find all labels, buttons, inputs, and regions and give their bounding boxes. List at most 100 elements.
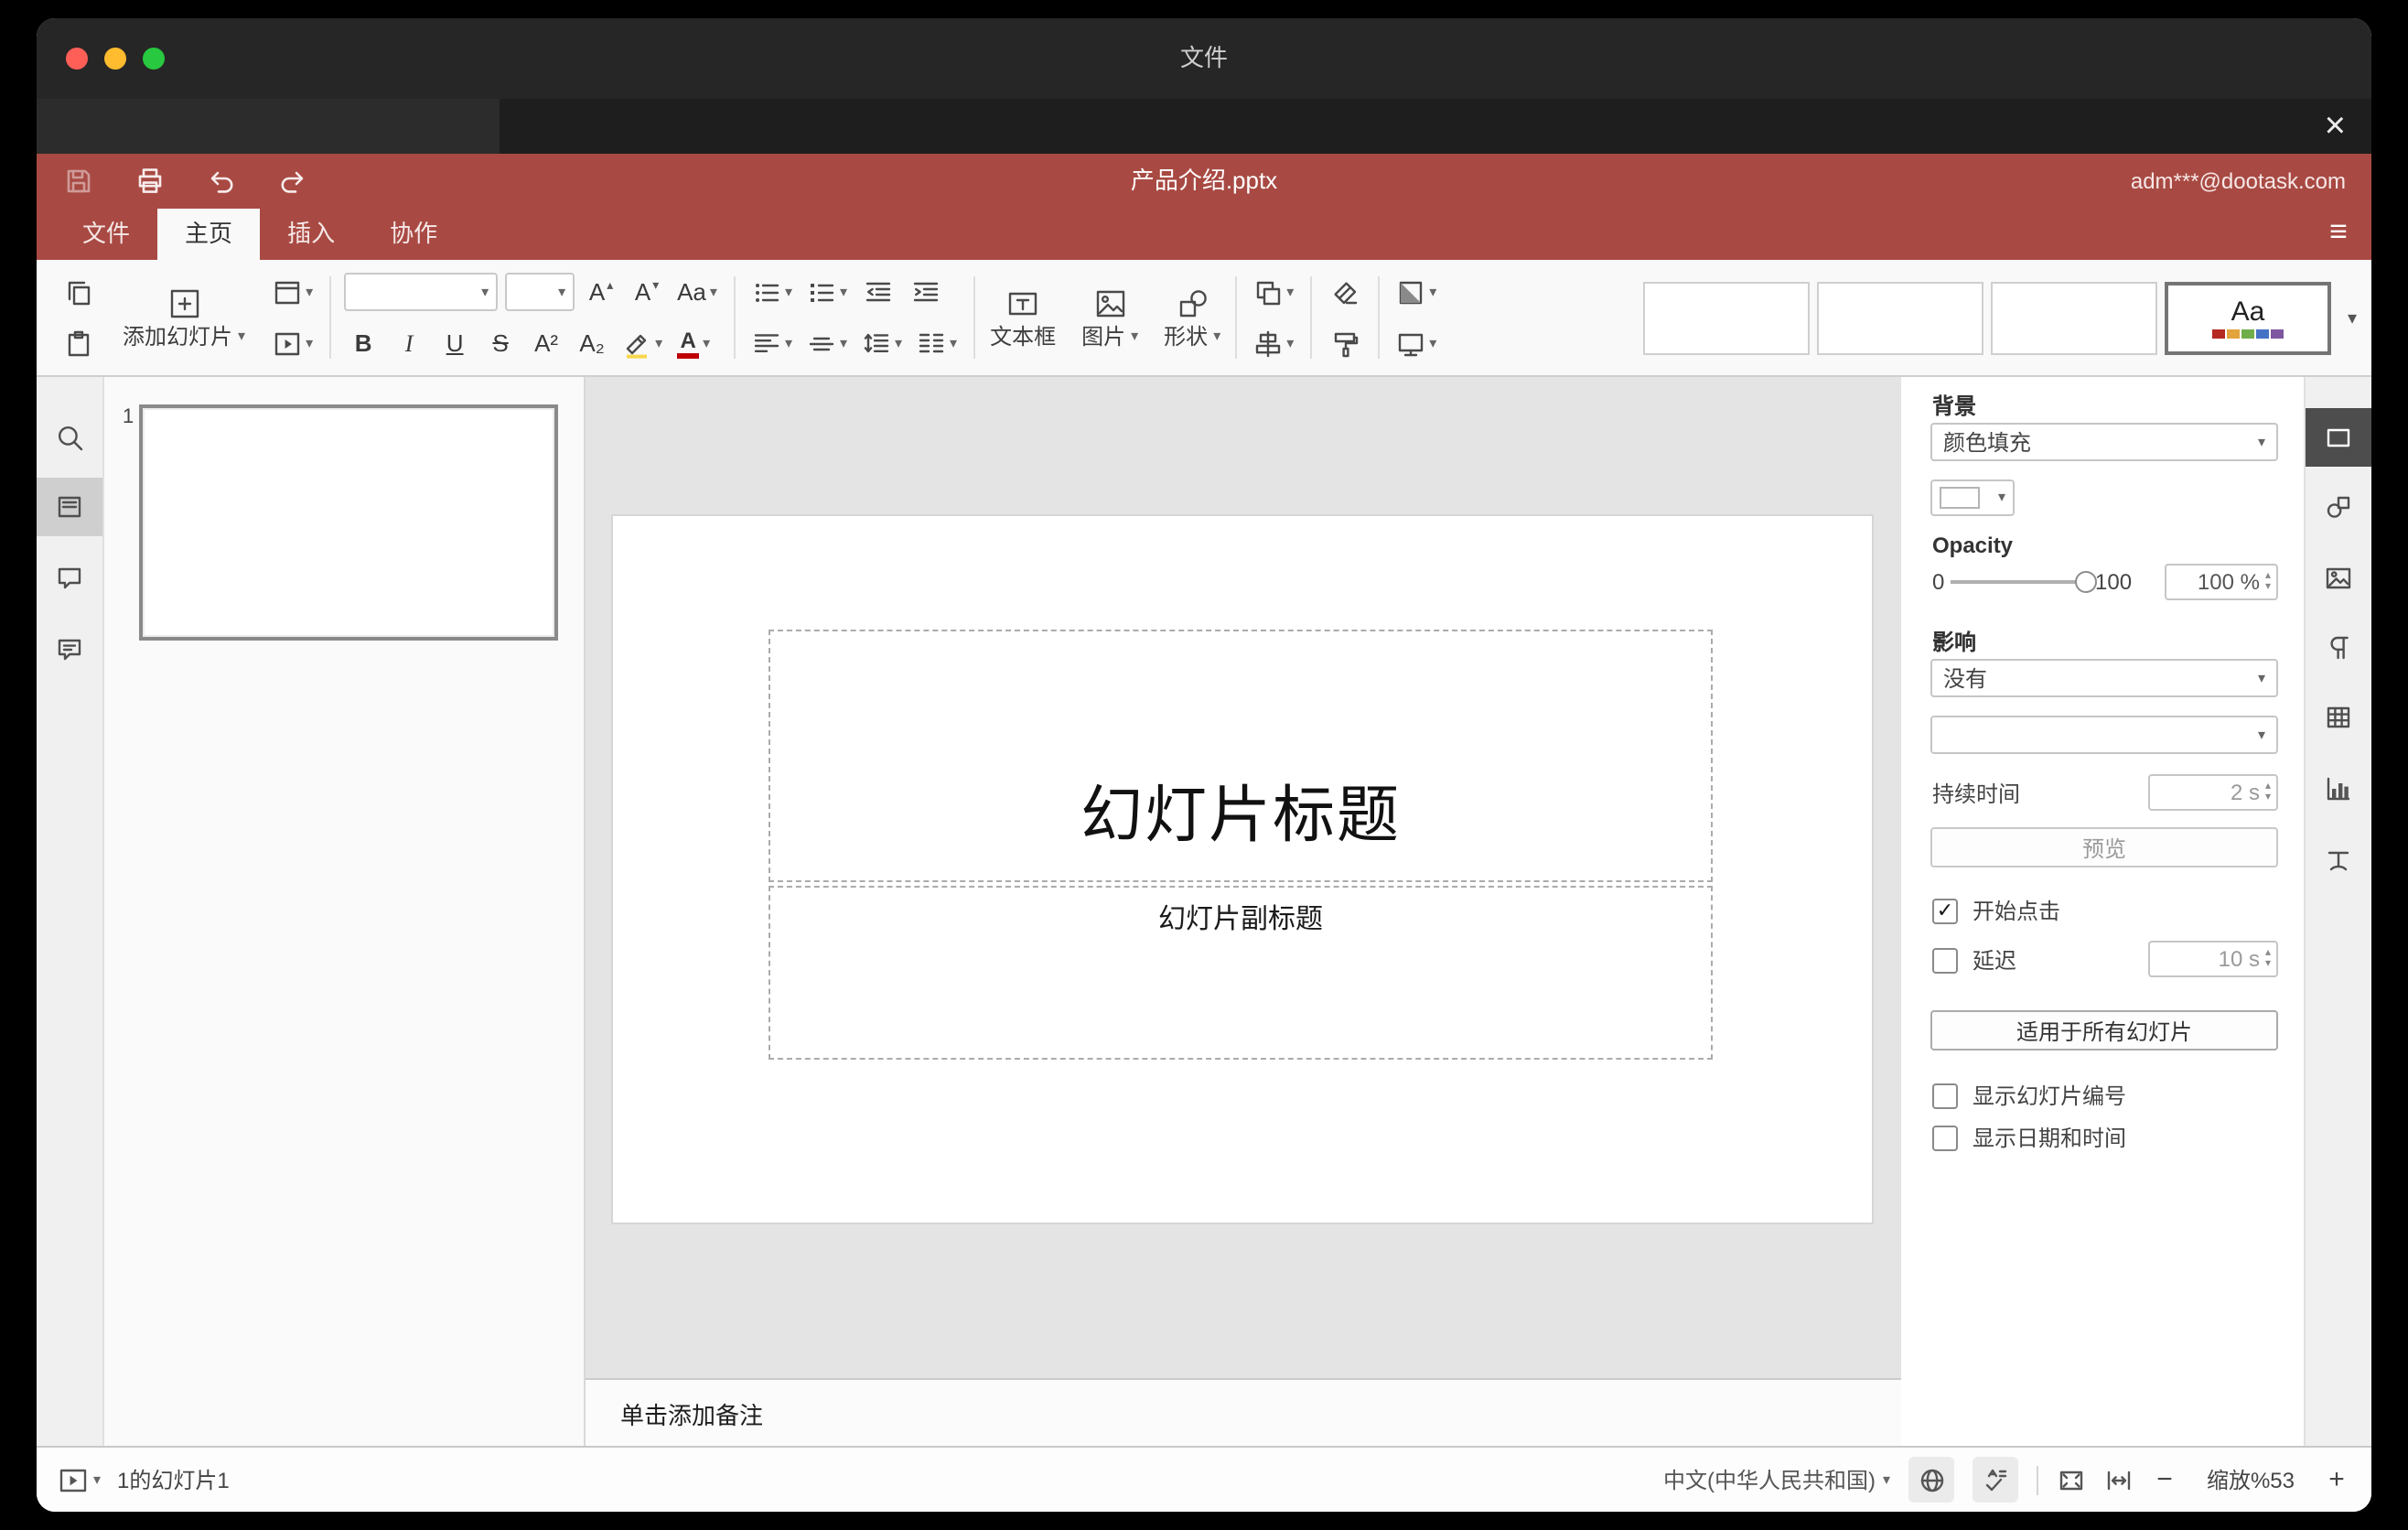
slide-size-button[interactable]: ▾ [1392,323,1440,363]
slide-subtitle-placeholder[interactable]: 幻灯片副标题 [769,886,1713,1060]
chart-settings-button[interactable] [2306,760,2371,818]
spellcheck-button[interactable] [1973,1457,2018,1503]
clipboard-group [48,271,110,364]
tab-insert[interactable]: 插入 [260,209,362,260]
columns-button[interactable]: ▾ [913,323,961,363]
color-scheme-button[interactable]: ▾ [1392,272,1440,312]
effect-type-select[interactable]: ▾ [1930,716,2278,754]
paragraph-settings-button[interactable] [2306,619,2371,677]
opacity-slider-knob[interactable] [2075,571,2097,593]
arrange-shapes-button[interactable]: ▾ [1250,272,1297,312]
superscript-button[interactable]: A² [527,323,565,363]
delay-input[interactable]: 10 s ▴ ▾ [2148,941,2278,977]
apply-to-all-button[interactable]: 适用于所有幻灯片 [1930,1010,2278,1051]
subscript-button[interactable]: A₂ [573,323,611,363]
chevron-down-icon: ▾ [2257,726,2265,742]
paste-icon[interactable] [59,323,99,363]
bullets-button[interactable]: ▾ [748,272,796,312]
chevron-down-icon: ▾ [1286,283,1295,299]
image-settings-button[interactable] [2306,549,2371,608]
comments-button[interactable] [37,549,102,608]
insert-shape-button[interactable]: 形状 ▾ [1151,287,1233,348]
duration-input[interactable]: 2 s ▴ ▾ [2148,774,2278,811]
font-size-select[interactable]: ▾ [505,273,575,311]
decrease-font-button[interactable]: A ▾ [628,272,666,312]
insert-textbox-button[interactable]: 文本框 [977,287,1069,348]
slide-title-placeholder[interactable]: 幻灯片标题 [769,630,1713,882]
theme-preview-3[interactable] [1990,282,2157,355]
slides-panel-button[interactable] [37,478,102,536]
language-selector[interactable]: 中文(中华人民共和国) ▾ [1663,1464,1890,1495]
copy-style-button[interactable] [1325,323,1365,363]
maximize-traffic-light[interactable] [143,48,165,70]
italic-button[interactable]: I [390,323,428,363]
search-button[interactable] [37,408,102,467]
start-on-click-checkbox[interactable]: ✓ [1932,899,1958,924]
bold-button[interactable]: B [344,323,382,363]
font-name-select[interactable]: ▾ [344,273,499,311]
slide-thumbnail[interactable] [139,404,558,641]
background-fill-select[interactable]: 颜色填充 ▾ [1930,423,2278,461]
zoom-in-button[interactable]: + [2324,1466,2349,1493]
theme-chip [2226,329,2240,339]
start-slideshow-statusbar-button[interactable]: ▾ [59,1465,101,1494]
underline-button[interactable]: U [435,323,474,363]
theme-preview-1[interactable] [1642,282,1810,355]
font-color-button[interactable]: A ▾ [673,323,714,363]
fit-to-slide-button[interactable] [2057,1465,2086,1494]
close-icon[interactable]: × [2325,99,2346,154]
table-settings-button[interactable] [2306,688,2371,747]
opacity-input[interactable]: 100 % ▴ ▾ [2165,564,2278,600]
decrease-indent-button[interactable] [858,272,898,312]
minimize-traffic-light[interactable] [104,48,126,70]
start-slideshow-button[interactable]: ▾ [269,323,317,363]
hamburger-menu-icon[interactable]: ≡ [2329,209,2348,260]
numbering-button[interactable]: ▾ [803,272,851,312]
document-language-button[interactable] [1908,1457,1954,1503]
increase-font-button[interactable]: A ▴ [582,272,620,312]
horizontal-align-button[interactable]: ▾ [748,323,796,363]
insert-image-button[interactable]: 图片 ▾ [1069,287,1151,348]
strikethrough-button[interactable]: S [481,323,520,363]
vertical-align-button[interactable]: ▾ [803,323,851,363]
slide[interactable]: 幻灯片标题 幻灯片副标题 [613,516,1872,1223]
line-spacing-button[interactable]: ▾ [858,323,906,363]
opacity-slider[interactable] [1951,571,2097,593]
change-layout-button[interactable]: ▾ [269,272,317,312]
tab-collaboration[interactable]: 协作 [362,209,465,260]
theme-preview-2[interactable] [1816,282,1983,355]
align-shapes-button[interactable]: ▾ [1250,323,1297,363]
text-art-settings-button[interactable] [2306,831,2371,889]
highlight-color-button[interactable]: ▾ [618,323,666,363]
slide-canvas[interactable]: 幻灯片标题 幻灯片副标题 [586,377,1901,1378]
copy-icon[interactable] [59,272,99,312]
increase-indent-button[interactable] [906,272,946,312]
zoom-level[interactable]: 缩放%53 [2196,1464,2306,1495]
add-slide-button[interactable]: 添加幻灯片 ▾ [110,287,258,348]
tab-file[interactable]: 文件 [55,209,157,260]
chat-button[interactable] [37,620,102,679]
image-icon [1093,287,1126,320]
show-date-time-checkbox[interactable] [1932,1126,1958,1151]
slide-counter: 1的幻灯片1 [117,1468,230,1493]
effect-select[interactable]: 没有 ▾ [1930,659,2278,697]
tab-home[interactable]: 主页 [157,209,261,260]
background-color-picker[interactable]: ▾ [1930,479,2015,516]
delay-checkbox[interactable] [1932,948,1958,974]
spinner-arrows[interactable]: ▴ ▾ [2265,948,2271,970]
fit-to-width-button[interactable] [2104,1465,2134,1494]
clear-style-button[interactable] [1325,272,1365,312]
theme-preview-selected[interactable]: Aa [2164,282,2331,355]
spinner-arrows[interactable]: ▴ ▾ [2265,781,2271,803]
spinner-arrows[interactable]: ▴ ▾ [2265,571,2271,593]
zoom-out-button[interactable]: − [2152,1466,2177,1493]
toolbar-separator [1378,276,1381,359]
shape-settings-button[interactable] [2306,478,2371,536]
slide-settings-button[interactable] [2306,408,2371,467]
gallery-expand-icon[interactable]: ▾ [2348,308,2357,329]
preview-button[interactable]: 预览 [1930,827,2278,867]
notes-area[interactable]: 单击添加备注 [586,1378,1901,1446]
show-slide-number-checkbox[interactable] [1932,1083,1958,1109]
change-case-button[interactable]: Aa ▾ [673,272,721,312]
close-traffic-light[interactable] [66,48,88,70]
